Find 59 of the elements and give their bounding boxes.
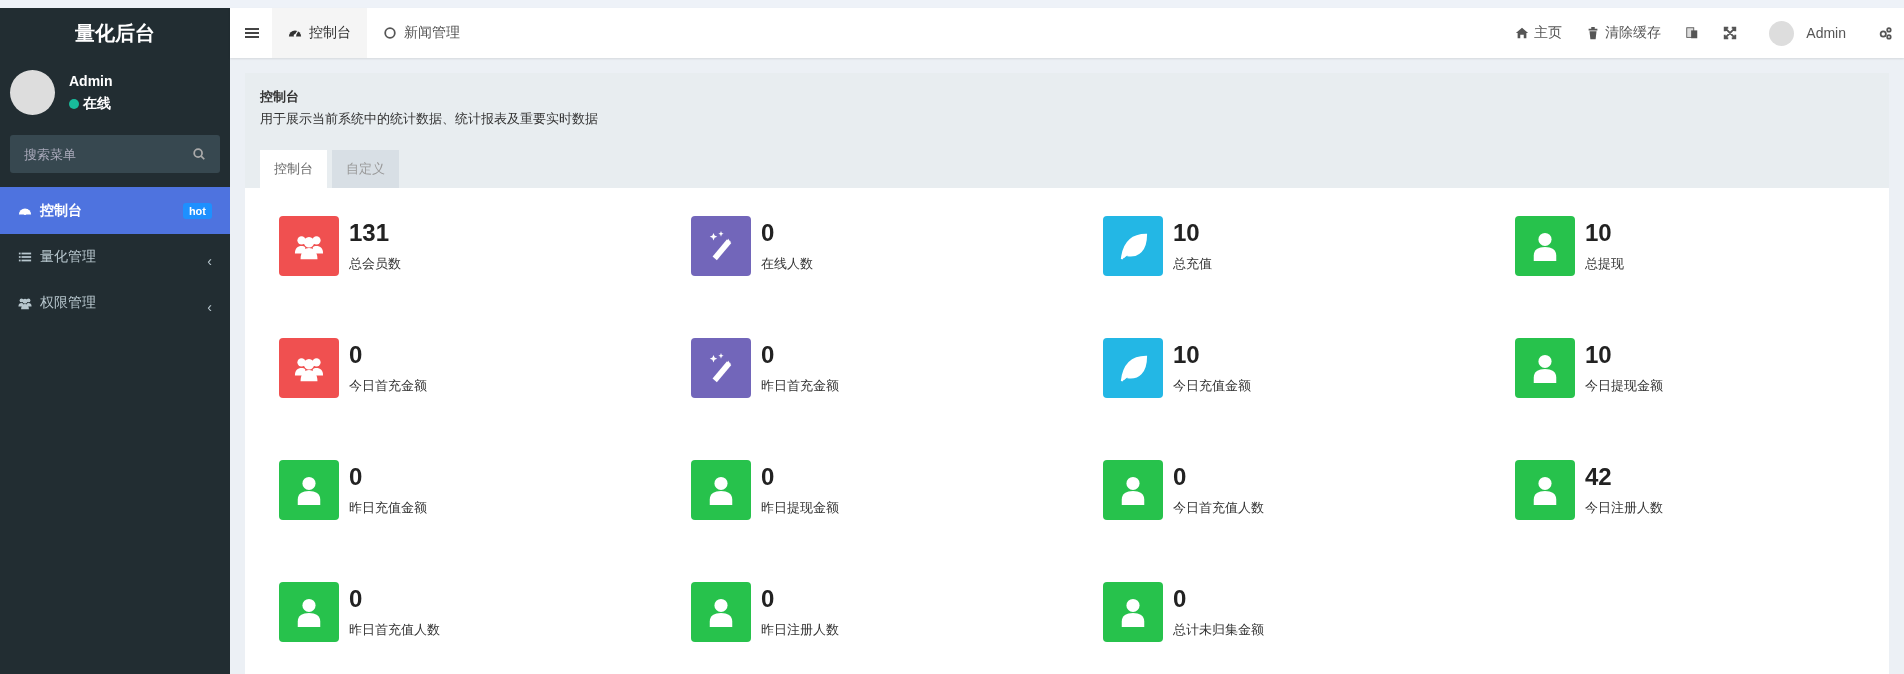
user-menu[interactable]: Admin [1749,8,1866,58]
stat-value: 10 [1173,341,1201,369]
header-link[interactable]: 清除缓存 [1574,8,1674,58]
stat-label: 今日首充值人数 [1173,499,1264,517]
stat-value: 0 [761,341,776,369]
menu-icon[interactable] [244,25,260,41]
stat-label: 在线人数 [761,255,813,273]
stat-label: 昨日充值金额 [349,499,427,517]
stat-value: 0 [761,585,776,613]
header-link[interactable]: 主页 [1503,8,1575,58]
page-tab[interactable]: 控制台 [272,8,367,58]
list-icon [18,250,32,264]
sidebar-item[interactable]: 权限管理 ‹ [0,280,230,326]
users-icon [18,296,32,310]
stat-value: 0 [1173,463,1188,491]
stat-label: 今日首充金额 [349,377,427,395]
stat-value: 10 [1585,219,1613,247]
stat-label: 昨日注册人数 [761,621,839,639]
stat-value: 0 [761,463,776,491]
stat-value: 0 [1173,585,1188,613]
stat-label: 昨日提现金额 [761,499,839,517]
stat-value: 10 [1173,219,1201,247]
stat-value: 0 [761,219,776,247]
sidebar-item[interactable]: 控制台 hot [0,187,230,234]
leaf-icon [1118,231,1148,261]
panel-tab[interactable]: 控制台 [260,150,327,188]
hot-badge: hot [182,202,212,219]
stat-label: 今日充值金额 [1173,377,1251,395]
expand-icon [1723,26,1738,40]
chevron-icon: ‹ [207,299,212,315]
stat-value: 0 [349,463,364,491]
sidebar-item[interactable]: 量化管理 ‹ [0,234,230,280]
panel-title: 控制台 [260,88,300,106]
page-tab[interactable]: 新闻管理 [367,8,476,58]
stat-label: 总计未归集金额 [1173,621,1264,639]
leaf-icon [1118,353,1148,383]
stat-value: 0 [349,341,364,369]
stat-label: 今日注册人数 [1585,499,1663,517]
stat-value: 10 [1585,341,1613,369]
stat-value: 0 [349,585,364,613]
circle-icon [383,26,397,40]
stat-label: 今日提现金额 [1585,377,1663,395]
avatar [10,70,55,115]
stat-label: 总充值 [1173,255,1212,273]
search-icon [192,147,206,161]
stat-label: 总会员数 [349,255,401,273]
stat-value: 131 [349,219,391,247]
app-logo: 量化后台 [75,20,155,46]
user-status: 在线 [83,94,111,113]
stat-label: 昨日首充值人数 [349,621,440,639]
search-field[interactable]: 搜索菜单 [10,135,220,173]
user-name: Admin [69,72,113,89]
stat-value: 42 [1585,463,1613,491]
stat-label: 总提现 [1585,255,1624,273]
status-dot [69,98,79,109]
chevron-icon: ‹ [207,253,212,269]
home-icon [1515,26,1530,40]
panel-description: 用于展示当前系统中的统计数据、统计报表及重要实时数据 [260,110,599,128]
stat-label: 昨日首充金额 [761,377,839,395]
